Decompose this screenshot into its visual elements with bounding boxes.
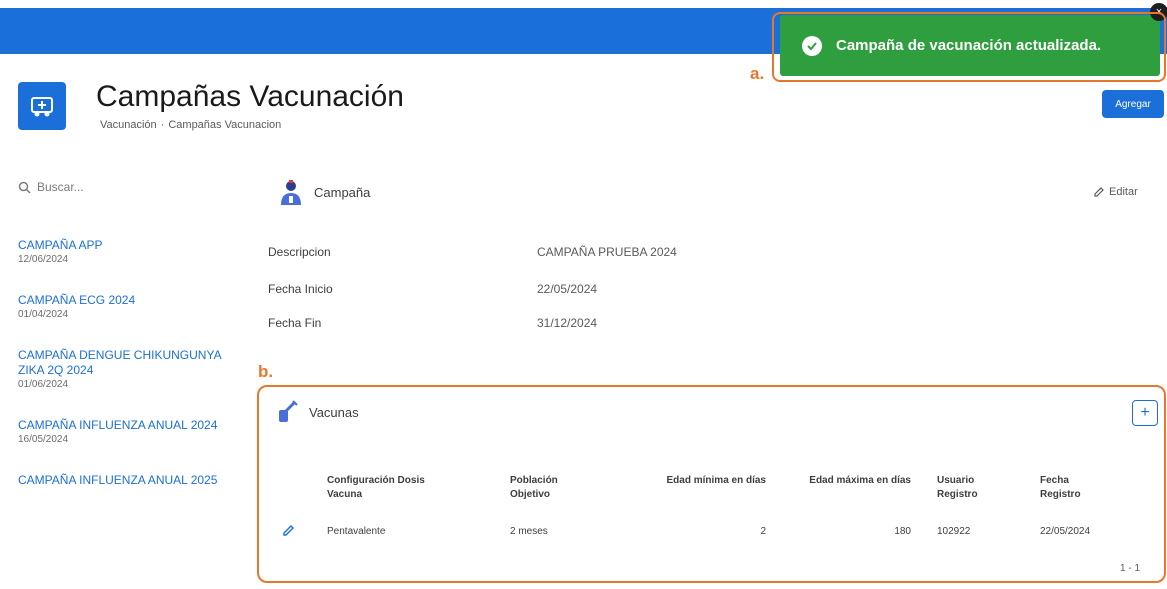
vacunas-section-header: Vacunas <box>275 400 359 424</box>
section-title: Vacunas <box>309 404 359 420</box>
search-placeholder: Buscar... <box>37 180 84 194</box>
list-item[interactable]: CAMPAÑA INFLUENZA ANUAL 2024 16/05/2024 <box>18 418 228 447</box>
campaign-list: CAMPAÑA APP 12/06/2024 CAMPAÑA ECG 2024 … <box>18 238 228 514</box>
annotation-label-b: b. <box>258 362 274 381</box>
campaign-name[interactable]: CAMPAÑA DENGUE CHIKUNGUNYA ZIKA 2Q 2024 <box>18 348 228 378</box>
column-header: Usuario Registro <box>937 475 978 500</box>
section-title: Campaña <box>314 184 371 200</box>
success-toast: Campaña de vacunación actualizada. <box>780 15 1160 76</box>
column-header: Edad mínima en días <box>666 475 766 486</box>
breadcrumb-item[interactable]: Vacunación <box>100 119 157 131</box>
table-cell: Pentavalente <box>327 526 386 537</box>
list-item[interactable]: CAMPAÑA INFLUENZA ANUAL 2025 <box>18 473 228 488</box>
search-icon <box>18 181 31 194</box>
column-header: Fecha Registro <box>1040 475 1081 500</box>
edit-label: Editar <box>1109 186 1138 198</box>
campaign-date: 01/04/2024 <box>18 309 69 320</box>
field-value: 22/05/2024 <box>537 282 598 296</box>
table-cell: 102922 <box>937 526 971 537</box>
list-item[interactable]: CAMPAÑA APP 12/06/2024 <box>18 238 228 267</box>
edit-row-icon[interactable] <box>282 524 295 542</box>
campaign-name[interactable]: CAMPAÑA APP <box>18 238 228 253</box>
table-cell: 22/05/2024 <box>1040 526 1091 537</box>
nurse-icon <box>281 180 301 205</box>
toast-message: Campaña de vacunación actualizada. <box>836 37 1102 54</box>
syringe-icon <box>279 400 298 422</box>
campaign-date: 16/05/2024 <box>18 434 69 445</box>
pagination-info: 1 - 1 <box>1120 563 1141 574</box>
field-value: CAMPAÑA PRUEBA 2024 <box>537 245 677 259</box>
campaign-section-header: Campaña <box>278 178 370 206</box>
column-header: Configuración Dosis Vacuna <box>327 475 425 500</box>
breadcrumb-item[interactable]: Campañas Vacunacion <box>168 119 281 131</box>
add-vaccine-button[interactable]: + <box>1132 400 1158 426</box>
campaign-date: 12/06/2024 <box>18 254 69 265</box>
annotation-label-a: a. <box>750 64 765 83</box>
search-input[interactable]: Buscar... <box>18 173 228 201</box>
campaign-date: 01/06/2024 <box>18 379 69 390</box>
campaign-name[interactable]: CAMPAÑA ECG 2024 <box>18 293 228 308</box>
ambulance-icon <box>18 82 66 130</box>
field-label: Fecha Inicio <box>268 282 333 296</box>
field-value: 31/12/2024 <box>537 316 598 330</box>
table-cell: 2 meses <box>510 526 548 537</box>
column-header: Población Objetivo <box>510 475 558 500</box>
breadcrumb: Vacunación · Campañas Vacunacion <box>100 119 282 131</box>
page-title: Campañas Vacunación <box>96 80 404 113</box>
campaign-name[interactable]: CAMPAÑA INFLUENZA ANUAL 2025 <box>18 473 228 488</box>
campaign-name[interactable]: CAMPAÑA INFLUENZA ANUAL 2024 <box>18 418 228 433</box>
close-icon[interactable]: × <box>1150 3 1167 21</box>
field-label: Fecha Fin <box>268 316 322 330</box>
edit-icon <box>1094 187 1104 197</box>
edit-campaign-button[interactable]: Editar <box>1093 186 1138 198</box>
table-cell: 2 <box>760 526 766 537</box>
add-campaign-button[interactable]: Agregar <box>1102 90 1164 118</box>
check-circle-icon <box>802 35 822 56</box>
list-item[interactable]: CAMPAÑA ECG 2024 01/04/2024 <box>18 293 228 322</box>
list-item[interactable]: CAMPAÑA DENGUE CHIKUNGUNYA ZIKA 2Q 2024 … <box>18 348 228 392</box>
column-header: Edad máxima en días <box>809 475 911 486</box>
table-cell: 180 <box>894 526 911 537</box>
field-label: Descripcion <box>268 245 331 259</box>
